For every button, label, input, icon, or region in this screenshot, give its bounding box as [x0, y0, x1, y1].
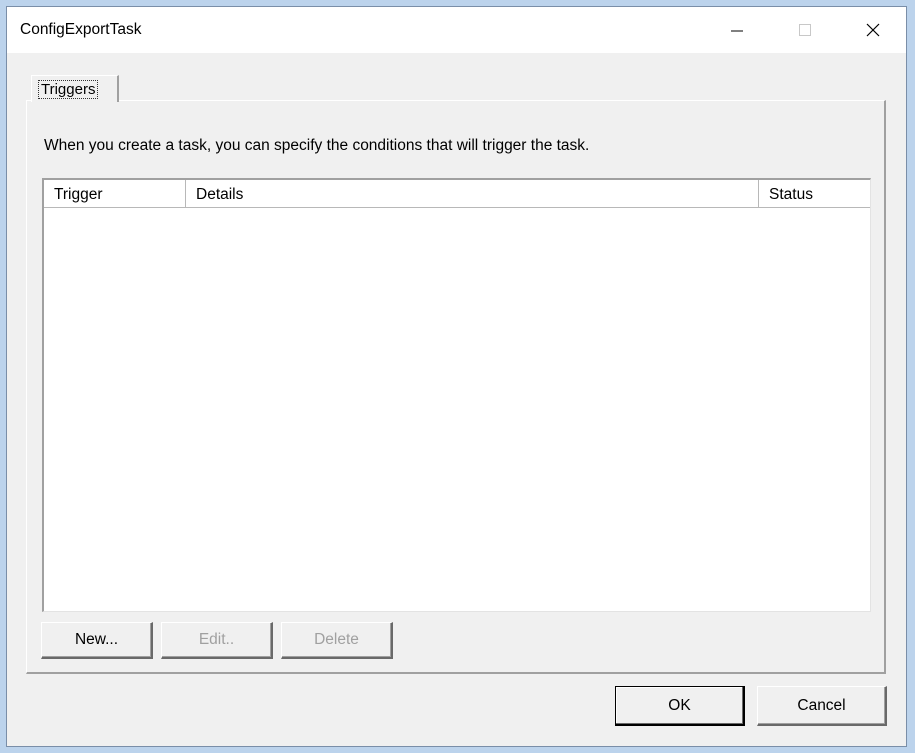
- column-header-details[interactable]: Details: [186, 180, 759, 207]
- maximize-button[interactable]: [782, 7, 828, 53]
- triggers-list-header: Trigger Details Status: [44, 180, 870, 208]
- triggers-list[interactable]: Trigger Details Status: [42, 178, 871, 612]
- tab-triggers-label: Triggers: [38, 80, 99, 99]
- title-bar[interactable]: ConfigExportTask: [7, 7, 906, 53]
- triggers-list-body[interactable]: [44, 208, 870, 611]
- config-export-task-dialog: ConfigExportTask Triggers When you creat…: [6, 6, 907, 747]
- minimize-icon: [731, 30, 743, 32]
- tab-triggers[interactable]: Triggers: [31, 75, 119, 102]
- edit-trigger-button[interactable]: Edit..: [161, 622, 273, 659]
- column-header-status[interactable]: Status: [759, 180, 871, 207]
- minimize-button[interactable]: [714, 7, 760, 53]
- maximize-icon: [799, 24, 811, 36]
- cancel-button[interactable]: Cancel: [757, 686, 887, 726]
- triggers-description: When you create a task, you can specify …: [44, 137, 590, 154]
- column-header-trigger[interactable]: Trigger: [44, 180, 186, 207]
- ok-button[interactable]: OK: [615, 686, 745, 726]
- window-title: ConfigExportTask: [20, 21, 142, 38]
- close-icon: [866, 23, 880, 37]
- delete-trigger-button[interactable]: Delete: [281, 622, 393, 659]
- new-trigger-button[interactable]: New...: [41, 622, 153, 659]
- close-button[interactable]: [850, 7, 896, 53]
